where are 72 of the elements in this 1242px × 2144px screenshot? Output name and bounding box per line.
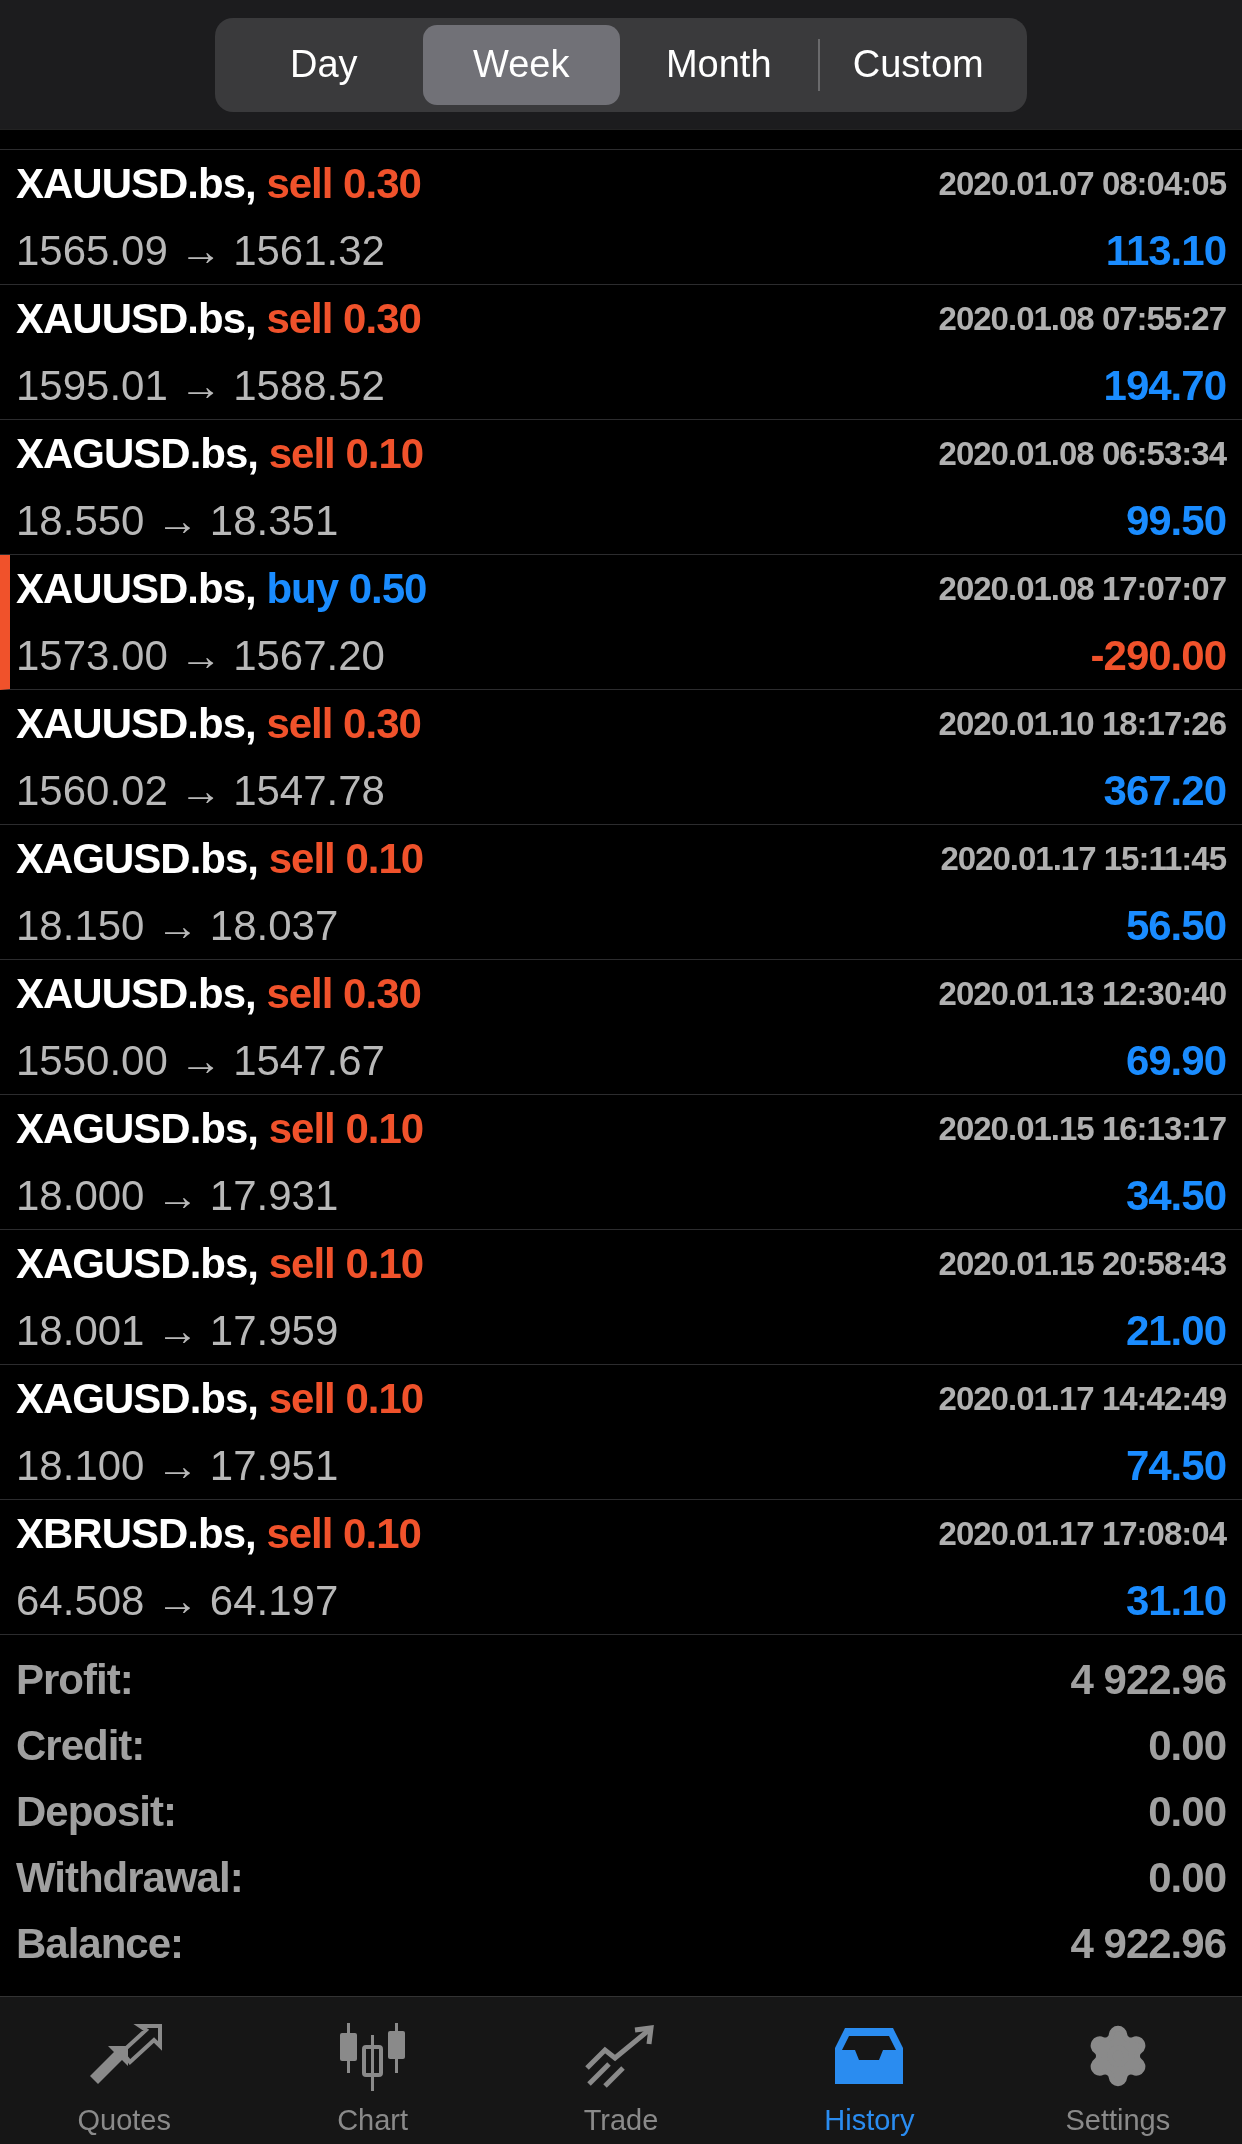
- deal-prices: 64.508 → 64.197: [16, 1576, 339, 1626]
- tab-bar-item[interactable]: History: [745, 2019, 994, 2143]
- deal-profit: 56.50: [1125, 901, 1226, 951]
- deal-time: 2020.01.10 18:17:26: [938, 703, 1226, 744]
- deal-row[interactable]: XAUUSD.bs, sell 0.30 2020.01.13 12:30:40 1550.00 → 1547.67 69.90: [0, 960, 1242, 1095]
- deal-time: 2020.01.08 07:55:27: [938, 298, 1226, 339]
- deal-prices: 1573.00 → 1567.20: [16, 631, 385, 681]
- period-tab[interactable]: Month: [620, 24, 818, 105]
- deal-title: XAGUSD.bs, sell 0.10: [16, 1104, 424, 1154]
- deal-profit: 69.90: [1125, 1036, 1226, 1086]
- deal-prices: 1550.00 → 1547.67: [16, 1036, 385, 1086]
- deal-row[interactable]: XAGUSD.bs, sell 0.10 2020.01.15 20:58:43 18.001 → 17.959 21.00: [0, 1230, 1242, 1365]
- deal-title: XAUUSD.bs, sell 0.30: [16, 699, 421, 749]
- deal-time: 2020.01.15 20:58:43: [938, 1243, 1226, 1284]
- deal-row[interactable]: XAUUSD.bs, sell 0.30 2020.01.08 07:55:27 1595.01 → 1588.52 194.70: [0, 285, 1242, 420]
- deal-prices: 18.100 → 17.951: [16, 1441, 339, 1491]
- tab-bar-item[interactable]: Trade: [496, 2019, 746, 2143]
- deal-profit: 99.50: [1125, 496, 1226, 546]
- deal-prices: 18.000 → 17.931: [16, 1171, 339, 1221]
- deal-prices: 1560.02 → 1547.78: [16, 766, 385, 816]
- deal-prices: 18.550 → 18.351: [16, 496, 339, 546]
- summary-value: 0.00: [1148, 1787, 1226, 1837]
- deal-time: 2020.01.17 14:42:49: [938, 1378, 1226, 1419]
- deal-time: 2020.01.17 17:08:04: [938, 1513, 1226, 1554]
- deal-title: XAUUSD.bs, sell 0.30: [16, 969, 421, 1019]
- deal-title: XAGUSD.bs, sell 0.10: [16, 429, 424, 479]
- deal-row[interactable]: XAGUSD.bs, sell 0.10 2020.01.15 16:13:17 18.000 → 17.931 34.50: [0, 1095, 1242, 1230]
- deal-row[interactable]: XAUUSD.bs, sell 0.30 2020.01.10 18:17:26 1560.02 → 1547.78 367.20: [0, 690, 1242, 825]
- tab-bar-item[interactable]: Chart: [248, 2019, 497, 2143]
- tab-bar-item[interactable]: Quotes: [0, 2019, 249, 2143]
- deal-title: XAUUSD.bs, sell 0.30: [16, 159, 421, 209]
- deal-time: 2020.01.08 06:53:34: [938, 433, 1226, 474]
- deal-title: XAGUSD.bs, sell 0.10: [16, 1374, 424, 1424]
- deal-title: XAUUSD.bs, buy 0.50: [16, 564, 427, 614]
- deal-title: XBRUSD.bs, sell 0.10: [16, 1509, 421, 1559]
- deal-time: 2020.01.08 17:07:07: [938, 568, 1226, 609]
- deal-profit: 113.10: [1105, 226, 1226, 276]
- deal-time: 2020.01.17 15:11:45: [940, 838, 1226, 879]
- deal-row[interactable]: XAUUSD.bs, sell 0.30 2020.01.07 08:04:05 1565.09 → 1561.32 113.10: [0, 150, 1242, 285]
- deal-row[interactable]: XAGUSD.bs, sell 0.10 2020.01.17 14:42:49 18.100 → 17.951 74.50: [0, 1365, 1242, 1500]
- deal-title: XAUUSD.bs, sell 0.30: [16, 294, 421, 344]
- deal-row[interactable]: XAGUSD.bs, sell 0.10 2020.01.17 15:11:45 18.150 → 18.037 56.50: [0, 825, 1242, 960]
- deal-profit: 34.50: [1125, 1171, 1226, 1221]
- summary-label: Deposit:: [16, 1787, 176, 1837]
- deal-profit: 367.20: [1103, 766, 1226, 816]
- deal-time: 2020.01.13 12:30:40: [938, 973, 1226, 1014]
- deal-time: 2020.01.15 16:13:17: [938, 1108, 1226, 1149]
- deal-prices: 18.150 → 18.037: [16, 901, 339, 951]
- summary-label: Withdrawal:: [16, 1853, 243, 1903]
- period-tab[interactable]: Custom: [819, 24, 1017, 105]
- summary-value: 4 922.96: [1070, 1919, 1226, 1969]
- deal-title: XAGUSD.bs, sell 0.10: [16, 834, 424, 884]
- summary-label: Profit:: [16, 1655, 133, 1705]
- summary-value: 0.00: [1148, 1721, 1226, 1771]
- deal-time: 2020.01.07 08:04:05: [938, 163, 1226, 204]
- summary-label: Balance:: [16, 1919, 184, 1969]
- deal-prices: 18.001 → 17.959: [16, 1306, 339, 1356]
- summary-value: 0.00: [1148, 1853, 1226, 1903]
- deal-prices: 1595.01 → 1588.52: [16, 361, 385, 411]
- tab-bar-item[interactable]: Settings: [993, 2019, 1242, 2143]
- period-tab[interactable]: Day: [225, 24, 423, 105]
- deal-profit: 21.00: [1125, 1306, 1226, 1356]
- deal-profit: 194.70: [1103, 361, 1226, 411]
- period-tab[interactable]: Week: [422, 24, 620, 105]
- deal-profit: 74.50: [1125, 1441, 1226, 1491]
- summary-label: Credit:: [16, 1721, 145, 1771]
- deal-row[interactable]: XBRUSD.bs, sell 0.10 2020.01.17 17:08:04 64.508 → 64.197 31.10: [0, 1500, 1242, 1635]
- deal-prices: 1565.09 → 1561.32: [16, 226, 385, 276]
- deal-profit: 31.10: [1125, 1576, 1226, 1626]
- deal-profit: -290.00: [1090, 631, 1226, 681]
- summary-value: 4 922.96: [1070, 1655, 1226, 1705]
- deal-title: XAGUSD.bs, sell 0.10: [16, 1239, 424, 1289]
